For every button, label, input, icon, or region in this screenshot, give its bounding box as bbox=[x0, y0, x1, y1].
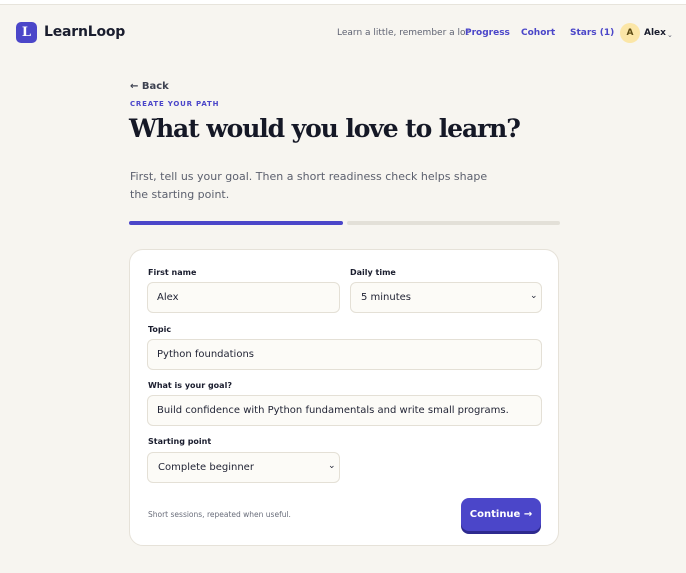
avatar[interactable]: A bbox=[620, 23, 640, 43]
section-eyebrow: CREATE YOUR PATH bbox=[130, 100, 220, 108]
continue-button[interactable]: Continue → bbox=[461, 498, 541, 531]
nav-progress-link[interactable]: Progress bbox=[465, 28, 510, 38]
daily-time-select[interactable]: 5 minutes bbox=[350, 282, 542, 313]
topic-label: Topic bbox=[148, 325, 172, 334]
helper-text: Short sessions, repeated when useful. bbox=[148, 510, 291, 519]
logo-mark[interactable]: L bbox=[16, 22, 37, 43]
topic-field[interactable] bbox=[147, 339, 542, 370]
window-top-edge bbox=[0, 0, 686, 5]
daily-time-select-wrap[interactable]: 5 minutes ⌄ bbox=[350, 282, 542, 313]
goal-label: What is your goal? bbox=[148, 381, 232, 390]
first-name-label: First name bbox=[148, 268, 197, 277]
user-menu-name[interactable]: Alex bbox=[644, 28, 666, 38]
starting-point-select-wrap[interactable]: Complete beginner ⌄ bbox=[147, 452, 340, 483]
back-link[interactable]: ← Back bbox=[130, 81, 169, 92]
goal-field[interactable] bbox=[147, 395, 542, 426]
brand-name[interactable]: LearnLoop bbox=[44, 24, 125, 40]
intro-text: First, tell us your goal. Then a short r… bbox=[130, 170, 488, 201]
starting-point-label: Starting point bbox=[148, 437, 212, 446]
progress-step-2 bbox=[347, 221, 560, 225]
nav-cohort-link[interactable]: Cohort bbox=[521, 28, 555, 38]
nav-stars-link[interactable]: Stars (1) bbox=[570, 28, 614, 38]
starting-point-select[interactable]: Complete beginner bbox=[147, 452, 340, 483]
daily-time-label: Daily time bbox=[350, 268, 396, 277]
page-title: What would you love to learn? bbox=[129, 114, 521, 143]
first-name-field[interactable] bbox=[147, 282, 340, 313]
chevron-down-icon[interactable]: ⌄ bbox=[667, 31, 673, 39]
progress-step-1 bbox=[129, 221, 343, 225]
tagline: Learn a little, remember a lot bbox=[337, 28, 470, 38]
